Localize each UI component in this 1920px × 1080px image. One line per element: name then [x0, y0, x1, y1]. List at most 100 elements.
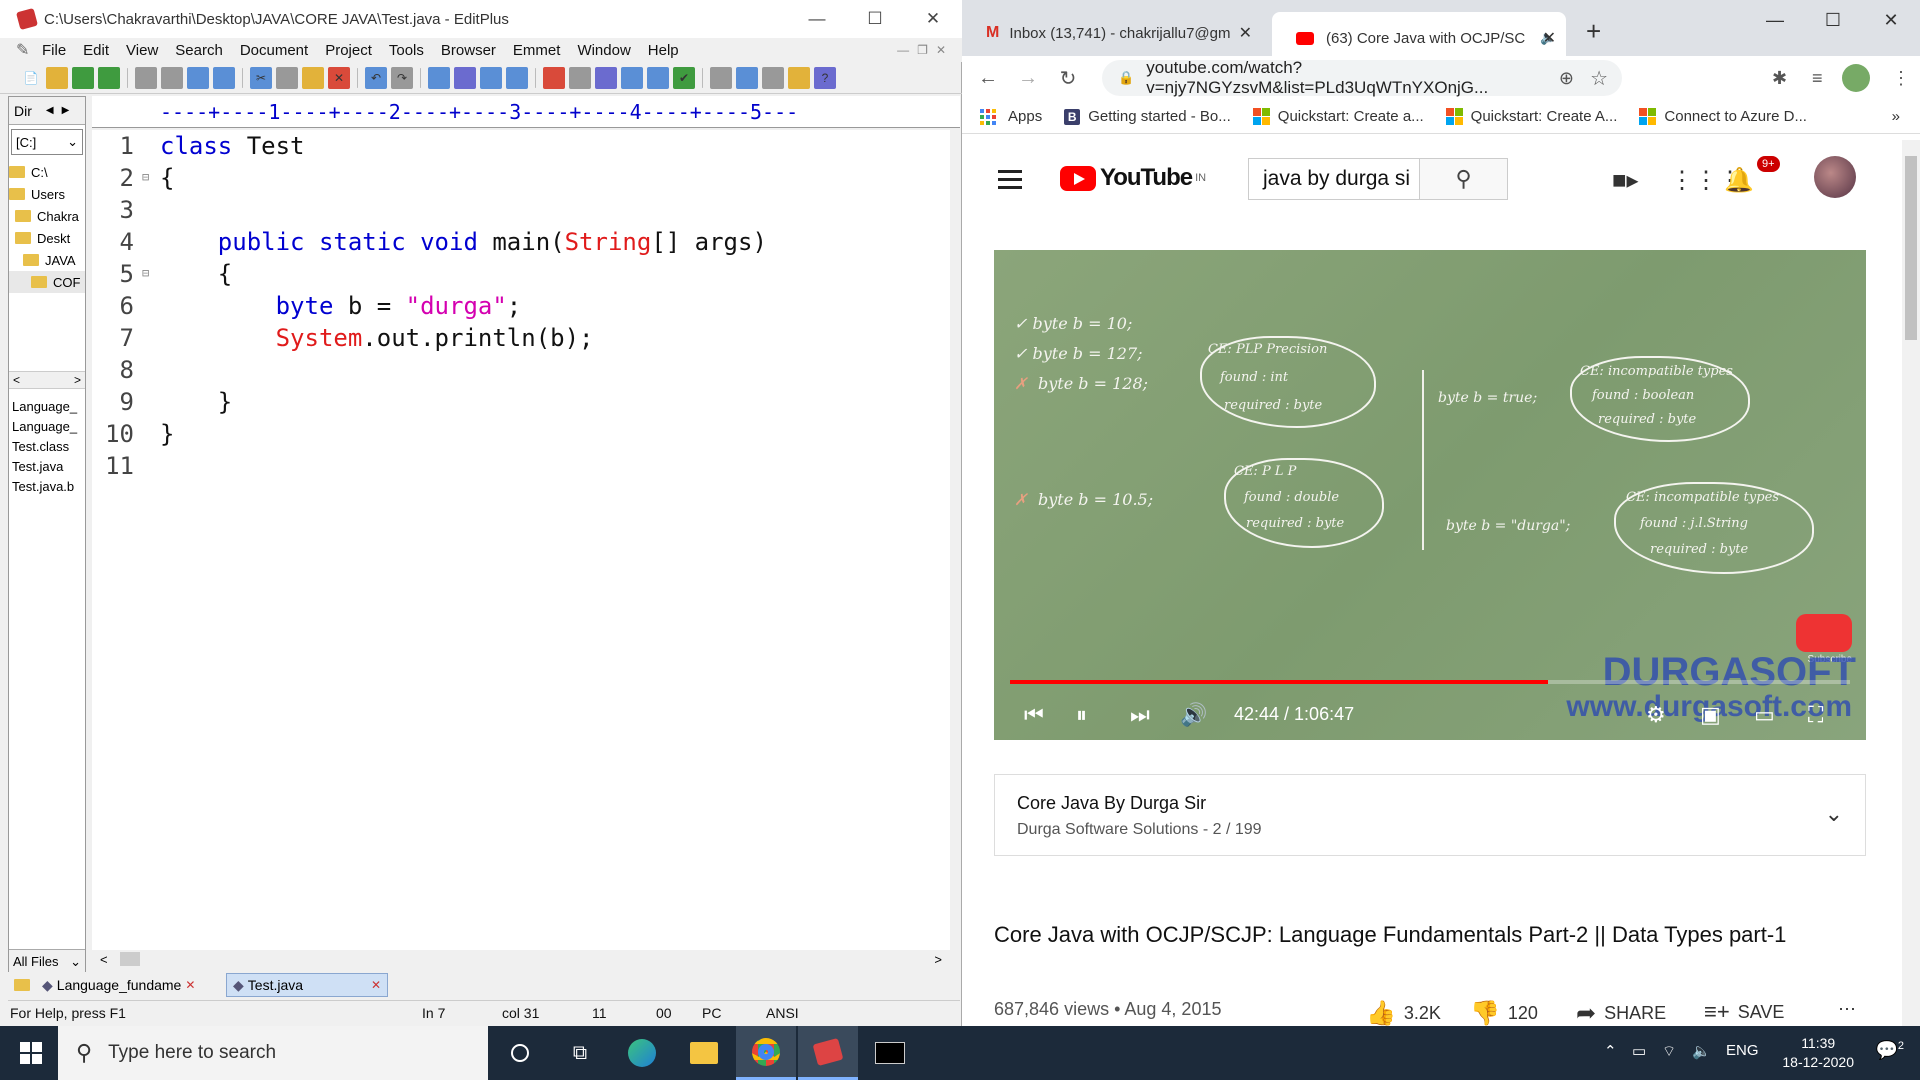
page-scrollbar[interactable]	[1902, 140, 1920, 1026]
fold-marker-icon[interactable]: ⊟	[142, 266, 149, 280]
previous-icon[interactable]: ⏮	[1024, 702, 1044, 728]
editplus-titlebar[interactable]: C:\Users\Chakravarthi\Desktop\JAVA\CORE …	[0, 0, 962, 38]
file-list-item[interactable]: Test.java.b	[9, 479, 85, 499]
output-window-icon[interactable]	[788, 66, 810, 89]
menu-emmet[interactable]: Emmet	[513, 42, 561, 59]
taskbar-search-box[interactable]: ⚲ Type here to search	[58, 1026, 488, 1080]
scroll-left-icon[interactable]: <	[100, 952, 108, 967]
save-all-icon[interactable]	[98, 66, 120, 89]
mdi-minimize-button[interactable]: —	[897, 43, 909, 57]
save-icon[interactable]	[72, 66, 94, 89]
directory-prev-button[interactable]: ◀	[46, 105, 54, 116]
media-control-icon[interactable]: ≡	[1812, 68, 1823, 89]
profile-avatar[interactable]	[1842, 64, 1870, 92]
word-wrap-icon[interactable]	[595, 66, 617, 89]
volume-icon[interactable]: 🔈	[1692, 1042, 1711, 1060]
fold-marker-icon[interactable]: ⊟	[142, 170, 149, 184]
menu-browser[interactable]: Browser	[441, 42, 496, 59]
cut-icon[interactable]: ✂	[250, 66, 272, 89]
directory-next-button[interactable]: ▶	[62, 105, 70, 116]
next-icon[interactable]: ⏭	[1130, 702, 1150, 728]
file-explorer-icon[interactable]	[674, 1026, 734, 1080]
check-icon[interactable]: ✔	[673, 66, 695, 89]
action-center-icon[interactable]: 💬2	[1875, 1040, 1904, 1061]
omnibox[interactable]: 🔒 youtube.com/watch?v=njy7NGYzsvM&list=P…	[1102, 58, 1622, 97]
help-pointer-icon[interactable]: ?	[814, 66, 836, 89]
reload-icon[interactable]: ↻	[1048, 66, 1088, 91]
edge-icon[interactable]	[612, 1026, 672, 1080]
scroll-thumb[interactable]	[120, 952, 140, 966]
maximize-button[interactable]: ☐	[1804, 0, 1862, 40]
playlist-panel[interactable]: Core Java By Durga Sir Durga Software So…	[994, 774, 1866, 856]
youtube-logo[interactable]: YouTube IN	[1060, 164, 1206, 192]
notifications-bell-icon[interactable]: 🔔	[1724, 166, 1754, 195]
language-indicator[interactable]: ENG	[1726, 1042, 1759, 1059]
close-button[interactable]: ✕	[904, 0, 962, 38]
tree-item[interactable]: Users	[9, 183, 85, 205]
print-preview-icon[interactable]	[135, 66, 157, 89]
file-filter-select[interactable]: All Files ⌄	[9, 949, 85, 973]
editplus-taskbar-icon[interactable]	[798, 1026, 858, 1080]
network-icon[interactable]: ⌔	[1662, 1042, 1676, 1061]
new-file-icon[interactable]: 📄	[20, 67, 42, 89]
tree-item[interactable]: C:\	[9, 161, 85, 183]
menu-tools[interactable]: Tools	[389, 42, 424, 59]
chrome-taskbar-icon[interactable]	[736, 1026, 796, 1080]
more-actions-icon[interactable]: ⋯	[1838, 999, 1856, 1020]
bookmark-apps[interactable]: Apps	[962, 108, 1042, 125]
chevron-down-icon[interactable]: ⌄	[1825, 801, 1843, 827]
close-tab-icon[interactable]: ✕	[1543, 28, 1556, 48]
file-list-item[interactable]: Test.java	[9, 459, 85, 479]
font-icon[interactable]	[543, 66, 565, 89]
miniplayer-icon[interactable]: ▣	[1700, 702, 1721, 728]
pause-icon[interactable]: ⏸	[1076, 702, 1087, 728]
like-button[interactable]: 👍 3.2K	[1366, 999, 1441, 1028]
video-progress-bar[interactable]	[1010, 680, 1850, 684]
close-button[interactable]: ✕	[1862, 0, 1920, 40]
mdi-restore-button[interactable]: ❐	[917, 43, 928, 57]
subscribe-watermark-icon[interactable]	[1796, 614, 1852, 652]
bookmark-getting-started[interactable]: B Getting started - Bo...	[1064, 108, 1231, 125]
undo-icon[interactable]: ↶	[365, 66, 387, 89]
mdi-close-button[interactable]: ✕	[936, 43, 946, 57]
save-button[interactable]: ≡+ SAVE	[1704, 999, 1784, 1025]
file-list-item[interactable]: Language_	[9, 399, 85, 419]
close-tab-icon[interactable]: ✕	[185, 978, 195, 992]
paste-icon[interactable]	[302, 66, 324, 89]
menu-window[interactable]: Window	[577, 42, 630, 59]
search-button[interactable]: ⚲	[1420, 158, 1508, 200]
print-icon[interactable]	[161, 66, 183, 89]
new-tab-button[interactable]: +	[1586, 16, 1601, 47]
cliptext-icon[interactable]	[736, 66, 758, 89]
tree-horizontal-scrollbar[interactable]: < >	[9, 371, 85, 389]
split-window-icon[interactable]	[710, 66, 732, 89]
minimize-button[interactable]: —	[1746, 0, 1804, 40]
scroll-right-icon[interactable]: >	[934, 952, 942, 967]
create-video-icon[interactable]: ■▸	[1612, 166, 1639, 195]
drive-select[interactable]: [C:] ⌄	[11, 129, 83, 155]
redo-icon[interactable]: ↷	[391, 66, 413, 89]
windows-start-icon[interactable]	[20, 1042, 42, 1064]
bookmark-quickstart-1[interactable]: Quickstart: Create a...	[1252, 108, 1424, 125]
code-editor[interactable]: 1 2 3 4 5 6 7 8 9 10 11 ⊟ ⊟ class Test {…	[92, 130, 950, 958]
settings-gear-icon[interactable]: ⚙	[1646, 702, 1666, 728]
tree-item[interactable]: Deskt	[9, 227, 85, 249]
scroll-right-icon[interactable]: >	[74, 373, 81, 387]
open-folder-icon[interactable]	[46, 66, 68, 89]
user-avatar[interactable]	[1814, 156, 1856, 198]
chrome-menu-icon[interactable]: ⋮	[1892, 68, 1910, 89]
tree-item[interactable]: Chakra	[9, 205, 85, 227]
menu-file[interactable]: File	[42, 42, 66, 59]
extensions-icon[interactable]: ✱	[1772, 68, 1787, 89]
scroll-left-icon[interactable]: <	[13, 373, 20, 387]
bookmark-star-icon[interactable]: ☆	[1590, 66, 1608, 91]
tree-item-selected[interactable]: COF	[9, 271, 85, 293]
more-bookmarks-icon[interactable]: »	[1892, 108, 1900, 125]
file-list-item[interactable]: Language_	[9, 419, 85, 439]
doc-tab-test-java[interactable]: ◆ Test.java ✕	[226, 973, 388, 997]
delete-icon[interactable]: ✕	[328, 66, 350, 89]
hamburger-menu-icon[interactable]	[998, 169, 1022, 189]
show-hidden-icons-icon[interactable]: ⌃	[1604, 1042, 1617, 1060]
close-tab-icon[interactable]: ✕	[1239, 23, 1252, 43]
scroll-thumb[interactable]	[1905, 156, 1917, 340]
